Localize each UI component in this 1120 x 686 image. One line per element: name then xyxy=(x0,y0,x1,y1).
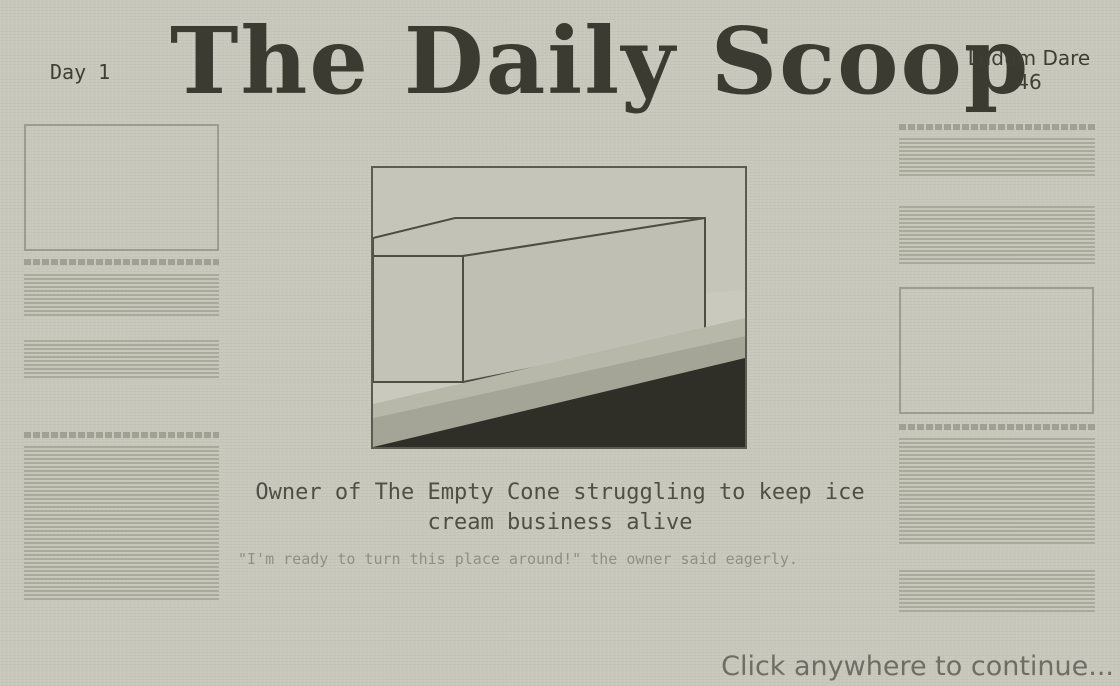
newspaper-screen[interactable]: The Daily Scoop Day 1 Ludum Dare 46 Owne… xyxy=(0,0,1120,686)
left-filler-heading xyxy=(24,259,219,265)
left-filler-text-block xyxy=(24,338,219,380)
continue-prompt[interactable]: Click anywhere to continue... xyxy=(721,648,1114,686)
left-filler-heading xyxy=(24,432,219,438)
article-headline: Owner of The Empty Cone struggling to ke… xyxy=(255,480,865,535)
left-photo-placeholder xyxy=(24,124,219,251)
newspaper-title: The Daily Scoop xyxy=(170,7,1031,115)
event-name: Ludum Dare xyxy=(967,46,1091,70)
left-filler-text-block xyxy=(24,272,219,318)
counter-left-face xyxy=(373,255,464,383)
right-filler-text-block xyxy=(899,436,1095,546)
right-filler-heading xyxy=(899,124,1095,130)
event-number: 46 xyxy=(1016,70,1042,94)
right-photo-placeholder xyxy=(899,287,1094,414)
article-quote: "I'm ready to turn this place around!" t… xyxy=(238,550,798,568)
right-filler-text-block xyxy=(899,204,1095,266)
article-photo xyxy=(371,166,747,449)
right-filler-text-block xyxy=(899,570,1095,614)
event-label: Ludum Dare 46 xyxy=(955,46,1103,94)
day-counter: Day 1 xyxy=(50,60,111,84)
right-filler-heading xyxy=(899,424,1095,430)
left-filler-text-block xyxy=(24,446,219,602)
right-filler-text-block xyxy=(899,136,1095,178)
